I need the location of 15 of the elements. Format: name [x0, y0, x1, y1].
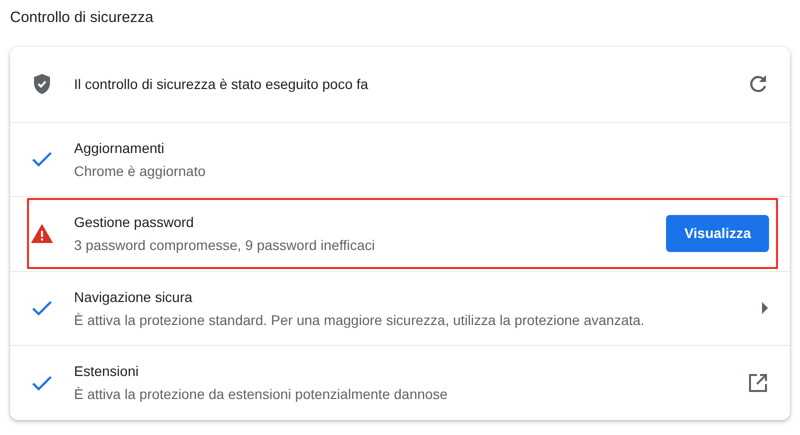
warning-icon	[30, 222, 54, 246]
view-button[interactable]: Visualizza	[666, 215, 769, 252]
item-title: Estensioni	[74, 362, 140, 382]
caret-icon[interactable]	[760, 301, 770, 316]
item-description: Chrome è aggiornato	[74, 162, 207, 181]
item-description: 3 password compromesse, 9 password inefficaci	[74, 236, 376, 256]
check-icon	[32, 149, 52, 170]
item-description: È attiva la protezione standard. Per una maggiore sicurezza, utilizza la protezione avanzata.	[74, 310, 646, 330]
check-icon	[32, 298, 52, 318]
section-title: Controllo di sicurezza	[10, 8, 154, 28]
item-title: Navigazione sicura	[74, 288, 194, 307]
item-title: Gestione password	[74, 213, 195, 232]
item-description: È attiva la protezione da estensioni potenzialmente dannose	[74, 385, 449, 404]
item-title: Aggiornamenti	[74, 138, 166, 158]
status-text: Il controllo di sicurezza è stato eseguito poco fa	[74, 75, 370, 94]
